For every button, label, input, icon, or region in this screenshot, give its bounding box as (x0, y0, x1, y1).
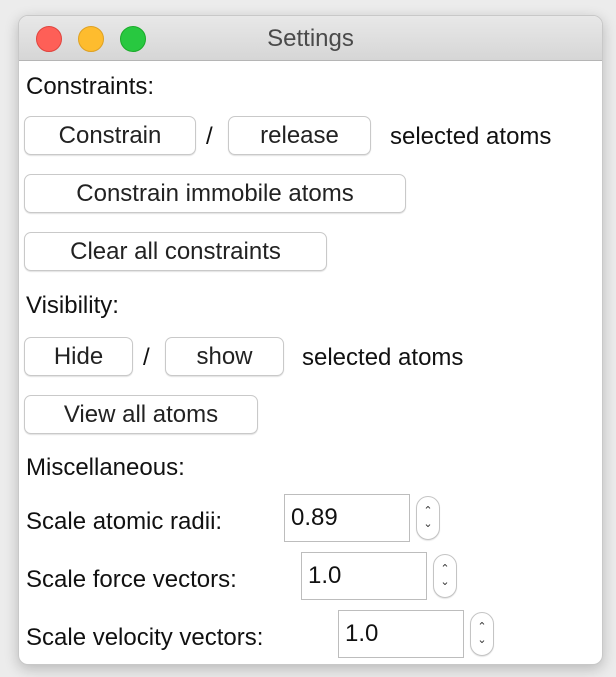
chevron-up-icon[interactable]: ⌃ (440, 563, 449, 576)
scale-velocity-stepper[interactable]: ⌃ ⌄ (470, 612, 494, 656)
chevron-down-icon[interactable]: ⌄ (440, 576, 449, 589)
clear-constraints-button[interactable]: Clear all constraints (24, 232, 327, 271)
chevron-up-icon[interactable]: ⌃ (477, 621, 486, 634)
scale-radii-stepper[interactable]: ⌃ ⌄ (416, 496, 440, 540)
hide-button[interactable]: Hide (24, 337, 133, 376)
title-bar[interactable]: Settings (19, 16, 602, 61)
scale-velocity-input[interactable]: 1.0 (338, 610, 464, 658)
scale-velocity-label: Scale velocity vectors: (26, 624, 264, 651)
settings-window: Settings Constraints: Constrain / releas… (18, 15, 603, 665)
scale-radii-label: Scale atomic radii: (26, 508, 223, 535)
scale-force-label: Scale force vectors: (26, 566, 237, 593)
separator: / (206, 123, 213, 150)
chevron-down-icon[interactable]: ⌄ (477, 634, 486, 647)
chevron-down-icon[interactable]: ⌄ (423, 518, 432, 531)
window-title: Settings (267, 25, 354, 52)
view-all-atoms-button[interactable]: View all atoms (24, 395, 258, 434)
separator: / (143, 344, 150, 371)
release-button[interactable]: release (228, 116, 371, 155)
show-button[interactable]: show (165, 337, 284, 376)
constrain-immobile-button[interactable]: Constrain immobile atoms (24, 174, 406, 213)
chevron-up-icon[interactable]: ⌃ (423, 505, 432, 518)
scale-force-input[interactable]: 1.0 (301, 552, 427, 600)
visibility-heading: Visibility: (26, 292, 119, 319)
selected-atoms-label: selected atoms (302, 344, 464, 371)
miscellaneous-heading: Miscellaneous: (26, 454, 185, 481)
selected-atoms-label: selected atoms (390, 123, 552, 150)
constrain-button[interactable]: Constrain (24, 116, 196, 155)
scale-force-stepper[interactable]: ⌃ ⌄ (433, 554, 457, 598)
scale-radii-input[interactable]: 0.89 (284, 494, 410, 542)
constraints-heading: Constraints: (26, 73, 155, 100)
